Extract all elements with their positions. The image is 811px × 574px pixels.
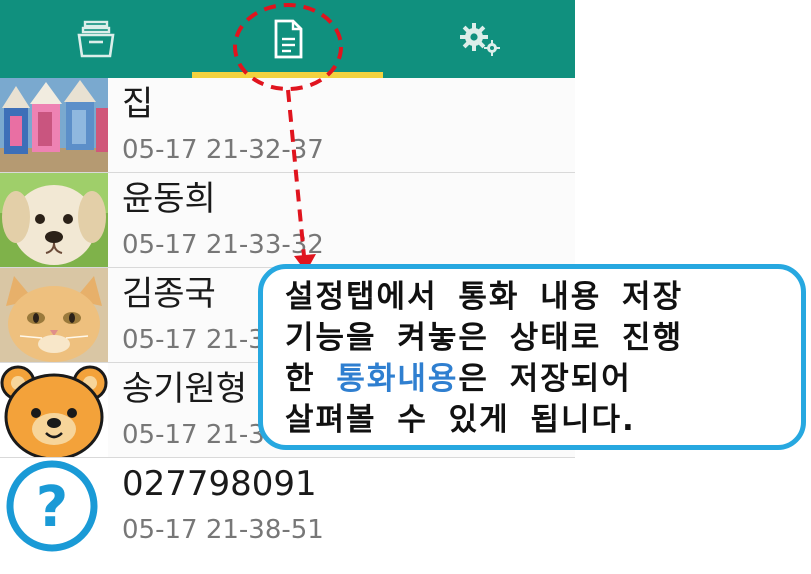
beach-huts-photo — [0, 78, 108, 172]
contact-name: 027798091 — [122, 464, 317, 504]
svg-text:?: ? — [36, 475, 68, 540]
call-timestamp: 05-17 21-3 — [122, 420, 265, 450]
list-item[interactable]: 윤동희 05-17 21-33-32 — [0, 173, 575, 268]
callout-highlight: 통화내용 — [336, 361, 459, 397]
bear-cartoon — [0, 363, 108, 457]
callout-text: 설정탭에서 통화 내용 저장 기능을 켜놓은 상태로 진행 한 통화내용은 저장… — [285, 277, 683, 441]
puppy-photo — [0, 173, 108, 267]
avatar — [0, 78, 108, 172]
tab-archive[interactable] — [0, 0, 191, 78]
list-item[interactable]: 집 05-17 21-32-37 — [0, 78, 575, 173]
settings-gears-icon — [459, 23, 500, 56]
call-timestamp: 05-17 21-3 — [122, 325, 265, 355]
callout-line-4: 살펴볼 수 있게 됩니다. — [285, 402, 636, 438]
list-item[interactable]: ? 027798091 05-17 21-38-51 — [0, 458, 575, 552]
call-timestamp: 05-17 21-32-37 — [122, 135, 324, 165]
callout-box: 설정탭에서 통화 내용 저장 기능을 켜놓은 상태로 진행 한 통화내용은 저장… — [258, 264, 806, 450]
tab-settings[interactable] — [384, 0, 575, 78]
avatar — [0, 363, 108, 457]
avatar — [0, 268, 108, 362]
callout-line-3-end: 은 저장되어 — [458, 361, 632, 397]
callout-line-3: 한 통화내용은 저장되어 — [285, 359, 683, 400]
archive-box-icon — [77, 20, 114, 58]
kitten-photo — [0, 268, 108, 362]
tab-document[interactable] — [192, 0, 383, 78]
callout-line-1: 설정탭에서 통화 내용 저장 — [285, 279, 684, 315]
contact-name: 김종국 — [122, 274, 216, 314]
callout-line-3-start: 한 — [285, 361, 337, 397]
avatar: ? — [0, 458, 108, 552]
avatar — [0, 173, 108, 267]
callout-line-2: 기능을 켜놓은 상태로 진행 — [285, 320, 684, 356]
call-timestamp: 05-17 21-33-32 — [122, 230, 324, 260]
tab-bar — [0, 0, 575, 78]
document-icon — [274, 19, 302, 59]
call-timestamp: 05-17 21-38-51 — [122, 515, 324, 545]
contact-name: 집 — [122, 84, 154, 124]
contact-name: 윤동희 — [122, 179, 216, 219]
contact-name: 송기원형 — [122, 369, 248, 409]
unknown-contact-icon: ? — [0, 458, 108, 552]
